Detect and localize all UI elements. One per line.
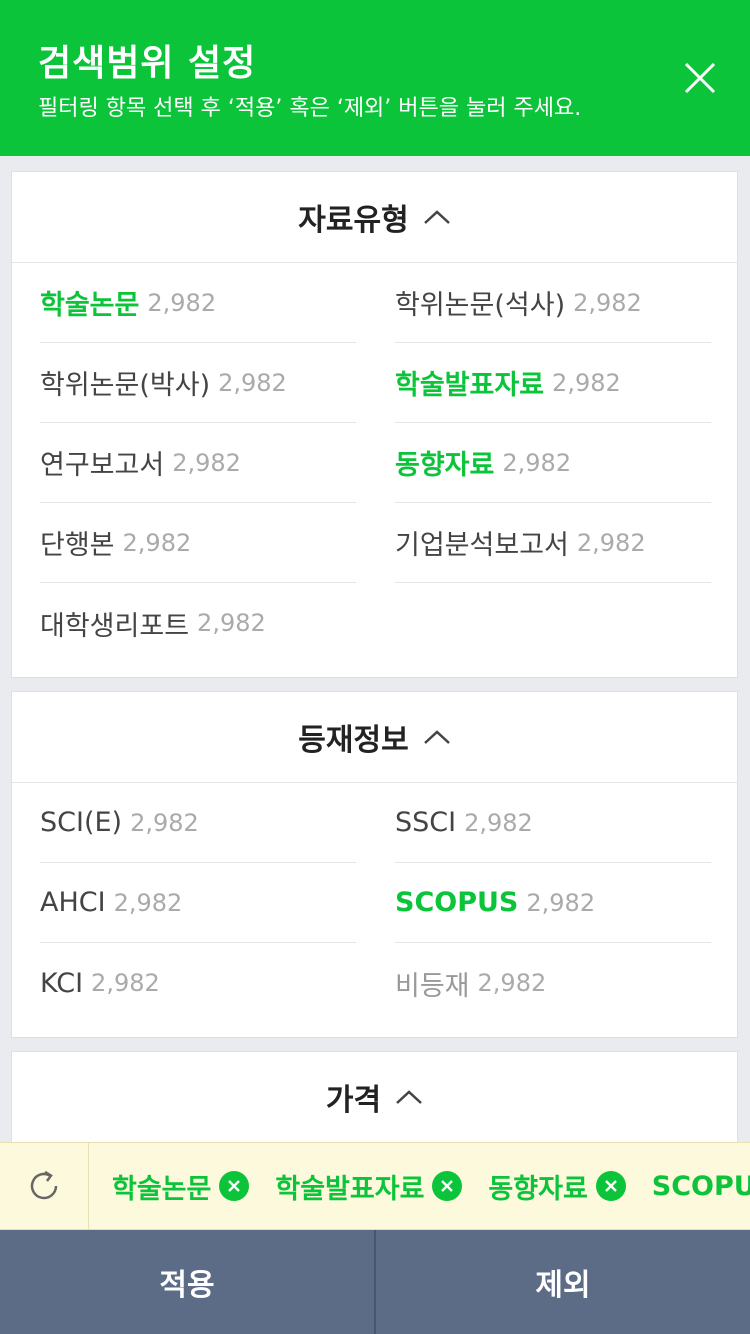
- filter-label: 학술논문: [40, 290, 140, 321]
- filter-count: 2,982: [477, 969, 547, 997]
- reset-button[interactable]: [0, 1143, 89, 1229]
- filter-count: 2,982: [526, 888, 596, 917]
- filter-label: SCI(E): [40, 807, 123, 838]
- filter-chip[interactable]: 동향자료: [488, 1167, 626, 1206]
- filter-item[interactable]: KCI 2,982: [40, 943, 356, 1023]
- filter-item[interactable]: SSCI 2,982: [395, 783, 711, 863]
- section-title: 등재정보: [298, 723, 409, 758]
- remove-chip-icon[interactable]: [219, 1171, 250, 1201]
- footer-actions: 적용 제외: [0, 1230, 750, 1334]
- filter-label: 동향자료: [395, 450, 495, 481]
- filter-count: 2,982: [172, 448, 241, 477]
- filter-label: 학술발표자료: [395, 370, 545, 401]
- filter-item[interactable]: 대학생리포트 2,982: [40, 583, 356, 663]
- chevron-up-icon: [423, 730, 450, 744]
- filter-count: 2,982: [197, 609, 266, 637]
- remove-chip-icon[interactable]: [432, 1171, 463, 1201]
- filter-item[interactable]: 학술발표자료 2,982: [395, 343, 711, 423]
- filter-item[interactable]: SCI(E) 2,982: [40, 783, 356, 863]
- filter-count: 2,982: [502, 448, 572, 477]
- filter-count: 2,982: [576, 528, 646, 557]
- filter-label: 기업분석보고서: [395, 530, 569, 561]
- page-subtitle: 필터링 항목 선택 후 ‘적용’ 혹은 ‘제외’ 버튼을 눌러 주세요.: [38, 96, 582, 121]
- filter-label: 학위논문(박사): [40, 370, 211, 401]
- type-section-header[interactable]: 자료유형: [12, 172, 737, 263]
- chip-label: 학술발표자료: [275, 1173, 425, 1205]
- filter-count: 2,982: [122, 528, 192, 557]
- filter-count: 2,982: [218, 368, 287, 397]
- filter-label: 비등재: [395, 970, 470, 1002]
- filter-item[interactable]: AHCI 2,982: [40, 863, 356, 943]
- filter-label: 대학생리포트: [40, 610, 190, 642]
- filter-item[interactable]: 기업분석보고서 2,982: [395, 503, 711, 583]
- header: 검색범위 설정 필터링 항목 선택 후 ‘적용’ 혹은 ‘제외’ 버튼을 눌러 …: [0, 0, 750, 156]
- filter-item[interactable]: 학위논문(박사) 2,982: [40, 343, 356, 423]
- chevron-up-icon: [423, 210, 450, 224]
- filter-count: 2,982: [130, 808, 199, 837]
- filter-label: 연구보고서: [40, 450, 165, 481]
- filter-item[interactable]: SCOPUS 2,982: [395, 863, 711, 943]
- apply-button[interactable]: 적용: [0, 1230, 374, 1334]
- filter-count: 2,982: [113, 888, 183, 917]
- filter-count: 2,982: [91, 969, 160, 997]
- filter-chip[interactable]: SCOPUS: [652, 1171, 750, 1202]
- exclude-button[interactable]: 제외: [376, 1230, 750, 1334]
- refresh-icon: [30, 1170, 58, 1200]
- publication-section: 등재정보 SCI(E) 2,982 SSCI 2,982 AHCI 2,982 …: [11, 691, 738, 1038]
- filter-label: SSCI: [395, 807, 457, 838]
- page-title: 검색범위 설정: [38, 43, 257, 84]
- filter-label: 학위논문(석사): [395, 290, 566, 321]
- filter-item[interactable]: 단행본 2,982: [40, 503, 356, 583]
- chevron-up-icon: [396, 1090, 422, 1104]
- type-section: 자료유형 학술논문 2,982 학위논문(석사) 2,982 학위논문(박사) …: [11, 171, 738, 678]
- filter-label: KCI: [40, 967, 84, 999]
- filter-item[interactable]: 동향자료 2,982: [395, 423, 711, 503]
- filter-chip[interactable]: 학술발표자료: [275, 1167, 463, 1206]
- filter-item[interactable]: 학술논문 2,982: [40, 263, 356, 343]
- filter-count: 2,982: [147, 288, 217, 317]
- filter-item[interactable]: 연구보고서 2,982: [40, 423, 356, 503]
- section-title: 가격: [325, 1083, 382, 1118]
- close-icon[interactable]: [680, 58, 720, 98]
- chip-label: 동향자료: [488, 1173, 588, 1205]
- chip-list: 학술논문 학술발표자료 동향자료 SCOPUS: [112, 1143, 750, 1229]
- chip-label: 학술논문: [112, 1173, 212, 1205]
- publication-section-header[interactable]: 등재정보: [12, 692, 737, 783]
- filter-label: 단행본: [40, 530, 115, 561]
- filter-count: 2,982: [552, 368, 621, 397]
- filter-count: 2,982: [573, 288, 642, 317]
- section-title: 자료유형: [298, 203, 409, 238]
- filter-item[interactable]: 비등재 2,982: [395, 943, 711, 1023]
- filter-count: 2,982: [464, 808, 533, 837]
- selected-filters-bar: 학술논문 학술발표자료 동향자료 SCOPUS: [0, 1142, 750, 1230]
- filter-chip[interactable]: 학술논문: [112, 1167, 250, 1206]
- filter-item[interactable]: 학위논문(석사) 2,982: [395, 263, 711, 343]
- remove-chip-icon[interactable]: [595, 1171, 626, 1201]
- filter-label: AHCI: [40, 887, 106, 918]
- filter-label: SCOPUS: [395, 887, 519, 918]
- chip-label: SCOPUS: [651, 1170, 750, 1202]
- price-section-header[interactable]: 가격: [12, 1052, 737, 1143]
